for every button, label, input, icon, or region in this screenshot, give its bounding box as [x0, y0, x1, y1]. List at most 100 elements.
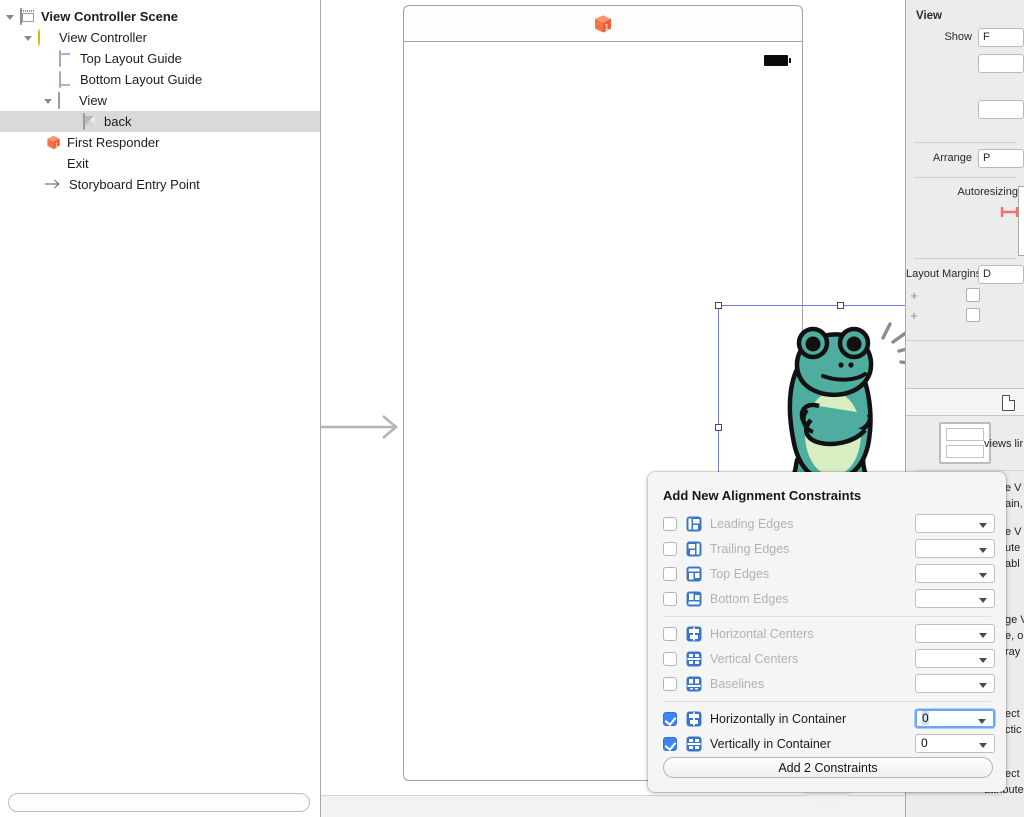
library-tab-bar[interactable] — [906, 388, 1024, 416]
constraint-checkbox-2[interactable] — [966, 308, 980, 322]
outline-row-top-layout-guide[interactable]: Top Layout Guide — [0, 48, 320, 69]
library-item-subtitle: ctic — [1005, 724, 1022, 736]
disclosure-triangle-icon[interactable] — [46, 96, 55, 105]
constraint-checkbox-1[interactable] — [966, 288, 980, 302]
bottom-edges-checkbox[interactable] — [663, 591, 677, 606]
popover-title: Add New Alignment Constraints — [663, 488, 862, 503]
add-new-alignment-constraints-popover: Add New Alignment Constraints Leading Ed… — [648, 472, 1006, 792]
trailing-edges-checkbox[interactable] — [663, 541, 677, 556]
horizontally-in-container-checkbox[interactable] — [663, 711, 677, 726]
library-item-title: ect — [1005, 708, 1020, 720]
inspector-row-show-extra-1 — [906, 52, 1024, 74]
constraint-row-trailing-edges[interactable]: Trailing Edges — [648, 536, 1006, 561]
constraint-label: Vertically in Container — [710, 736, 831, 751]
baselines-checkbox[interactable] — [663, 676, 677, 691]
leading-edges-checkbox[interactable] — [663, 516, 677, 531]
inspector-row-arrange: Arrange P — [906, 147, 1024, 169]
document-outline-panel: View Controller Scene View Controller To… — [0, 0, 320, 817]
library-item-subtitle: ute — [1005, 542, 1021, 554]
outline-row-view-controller-scene[interactable]: View Controller Scene — [0, 6, 320, 27]
horizontal-centers-value-field[interactable] — [915, 624, 995, 643]
leading-edges-value-field[interactable] — [915, 514, 995, 533]
outline-row-exit[interactable]: Exit — [0, 153, 320, 174]
svg-text:1: 1 — [605, 23, 610, 32]
xcode-interface-builder-window: View Controller Scene View Controller To… — [0, 0, 1024, 817]
outline-row-view-controller[interactable]: View Controller — [0, 27, 320, 48]
disclosure-triangle-icon[interactable] — [26, 33, 35, 42]
constraint-label: Baselines — [710, 676, 765, 691]
top-layout-guide-icon — [59, 49, 75, 67]
horizontal-centers-checkbox[interactable] — [663, 626, 677, 641]
constraint-row-vertical-centers[interactable]: Vertical Centers — [648, 646, 1006, 671]
top-edges-checkbox[interactable] — [663, 566, 677, 581]
outline-row-label: View Controller — [59, 30, 147, 45]
show-popup-button[interactable]: F — [978, 27, 1024, 47]
arrange-popup-button[interactable]: P — [978, 148, 1024, 168]
divider — [914, 177, 1016, 178]
outline-row-label: View — [79, 93, 107, 108]
library-list-item[interactable]: views lir — [906, 418, 1024, 472]
outline-row-first-responder[interactable]: 1 First Responder — [0, 132, 320, 153]
vertical-centers-value-field[interactable] — [915, 649, 995, 668]
outline-filter-field[interactable] — [8, 793, 310, 812]
exit-icon[interactable] — [635, 14, 655, 34]
outline-row-label: Storyboard Entry Point — [69, 177, 200, 192]
autoresizing-widget[interactable] — [1018, 186, 1024, 256]
exit-icon — [46, 156, 62, 172]
library-item-title: ect — [1005, 768, 1020, 780]
vertically-in-container-value-field[interactable]: 0 — [915, 734, 995, 753]
inspector-row-layout-margins: Layout Margins D — [906, 263, 1024, 285]
constraint-row-horizontal-centers[interactable]: Horizontal Centers — [648, 621, 1006, 646]
scene-icon — [20, 7, 36, 25]
add-constraint-plus-icon[interactable]: + — [906, 288, 922, 303]
outline-row-label: Top Layout Guide — [80, 51, 182, 66]
constraint-row-baselines[interactable]: Baselines — [648, 671, 1006, 696]
show-secondary-field[interactable] — [978, 53, 1024, 73]
view-controller-icon[interactable] — [551, 14, 571, 34]
outline-row-view[interactable]: View — [0, 90, 320, 111]
inspector-row-show-extra-2 — [906, 98, 1024, 120]
bottom-edges-value-field[interactable] — [915, 589, 995, 608]
library-item-subtitle: ain, — [1005, 498, 1023, 510]
center-horizontally-icon — [686, 711, 702, 727]
horizontally-in-container-value-field[interactable]: 0 — [915, 709, 995, 728]
vertical-centers-checkbox[interactable] — [663, 651, 677, 666]
constraint-row-vertically-in-container[interactable]: Vertically in Container 0 — [648, 731, 1006, 756]
status-bar — [404, 42, 802, 76]
library-item-title: e V — [1005, 526, 1022, 538]
first-responder-icon[interactable]: 1 — [593, 14, 613, 34]
constraint-row-leading-edges[interactable]: Leading Edges — [648, 511, 1006, 536]
outline-row-storyboard-entry-point[interactable]: Storyboard Entry Point — [0, 174, 320, 195]
baselines-value-field[interactable] — [915, 674, 995, 693]
resize-handle-middle-left[interactable] — [715, 423, 722, 431]
entry-point-arrow-icon — [44, 177, 64, 193]
file-template-library-icon[interactable] — [1002, 395, 1015, 411]
inspector-row-autoresizing: Autoresizing — [906, 182, 1024, 254]
vertically-in-container-checkbox[interactable] — [663, 736, 677, 751]
align-trailing-edges-icon — [686, 541, 702, 557]
inspector-row-add-2: + — [906, 305, 1024, 325]
constraint-row-horizontally-in-container[interactable]: Horizontally in Container 0 — [648, 706, 1006, 731]
constraint-label: Top Edges — [710, 566, 770, 581]
resize-handle-top-left[interactable] — [715, 302, 722, 309]
show-tertiary-field[interactable] — [978, 99, 1024, 119]
layout-margins-label: Layout Margins — [906, 268, 978, 280]
outline-row-bottom-layout-guide[interactable]: Bottom Layout Guide — [0, 69, 320, 90]
outline-row-label: View Controller Scene — [41, 9, 179, 24]
trailing-edges-value-field[interactable] — [915, 539, 995, 558]
align-horizontal-centers-icon — [686, 626, 702, 642]
add-constraints-button[interactable]: Add 2 Constraints — [663, 757, 993, 778]
outline-row-label: Exit — [67, 156, 89, 171]
layout-margins-popup-button[interactable]: D — [978, 264, 1024, 284]
constraint-label: Trailing Edges — [710, 541, 790, 556]
inspector-row-add-1: + — [906, 285, 1024, 305]
image-view-icon — [83, 112, 99, 130]
disclosure-triangle-icon[interactable] — [8, 12, 17, 21]
constraint-row-bottom-edges[interactable]: Bottom Edges — [648, 586, 1006, 611]
outline-row-back[interactable]: back — [0, 111, 320, 132]
constraint-row-top-edges[interactable]: Top Edges — [648, 561, 1006, 586]
top-edges-value-field[interactable] — [915, 564, 995, 583]
resize-handle-top-center[interactable] — [836, 302, 844, 309]
add-constraint-plus-icon[interactable]: + — [906, 308, 922, 323]
autoresizing-horizontal-spring-icon — [1000, 207, 1019, 217]
